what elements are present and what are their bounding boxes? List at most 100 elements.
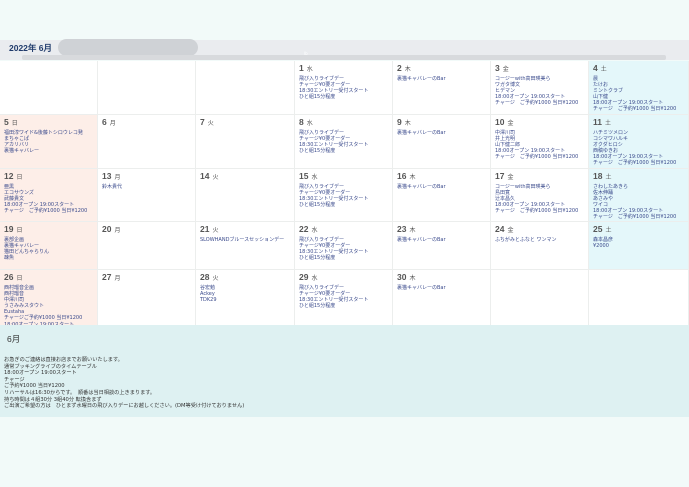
day-of-week: 土 [605,228,612,234]
day-of-week: 水 [311,276,318,282]
day-number: 5 [4,117,9,127]
day-header: 1水 [299,63,388,76]
day-of-week: 木 [404,121,411,127]
day-number: 23 [397,224,407,234]
day-events: 裏部企画 裏猫キャバレー 猫田どんちゃらりん 疎魚 [4,237,50,262]
calendar-day-cell[interactable]: 7火 [196,115,295,169]
day-number: 24 [495,224,505,234]
day-of-week: 木 [409,228,416,234]
calendar-day-cell[interactable]: 4土晨 たけお ミントクラブ 山下健 18:00オープン 19:00スタート チ… [589,61,689,115]
calendar-cell-empty [196,61,295,115]
day-header: 7火 [200,117,290,130]
day-of-week: 日 [16,175,23,181]
calendar-day-cell[interactable]: 29 水飛び入りライブデー チャージ¥0要オーダー 18:30エントリー受付スター… [295,270,393,330]
calendar-day-cell[interactable]: 12 日亜黒 エコサウンズ 武藤貴文 18:00オープン 19:00スタート チャ… [0,169,98,222]
calendar-grid: 1 水飛び入りライブデー チャージ¥0要オーダー 18:30エントリー受付スタート… [0,61,689,330]
calendar-day-cell[interactable]: 21 火 SLOWHANDブルースセッションデー [196,222,295,270]
day-header: 16 木 [397,171,486,184]
day-events: 西村瑠音企画 西村瑠音 中澤川司 うさみみスタウト Eustaha チャージご予… [4,285,83,328]
day-events: 森本昌彦 ¥2000 [593,237,614,250]
day-header: 8水 [299,117,388,130]
calendar-day-cell[interactable]: 27 月 [98,270,196,330]
calendar-day-cell[interactable]: 15 水飛び入りライブデー チャージ¥0要オーダー 18:30エントリー受付スター… [295,169,393,222]
info-body: お急ぎのご連絡は直接お店までお願いいたします。 通常ブッキングライブのタイムテー… [4,357,245,410]
calendar-day-cell[interactable]: 20 月 [98,222,196,270]
day-number: 14 [200,171,210,181]
calendar-day-cell[interactable]: 13 月鈴木貴代 [98,169,196,222]
day-number: 28 [200,272,210,282]
day-of-week: 金 [507,228,514,234]
calendar-day-cell[interactable]: 2 木裏猫キャバレーのBar [393,61,491,115]
calendar-day-cell[interactable]: 30 木裏猫キャバレーのBar [393,270,491,330]
calendar-day-cell[interactable]: 14 火 [196,169,295,222]
calendar-day-cell[interactable]: 6月 [98,115,196,169]
day-of-week: 水 [311,175,318,181]
day-number: 13 [102,171,112,181]
day-events: SLOWHANDブルースセッションデー [200,237,285,243]
calendar-day-cell[interactable]: 3 金コージーwith高田瑛美ら ワガタ博文 ヒデマン 18:00オープン 19:… [491,61,589,115]
day-events: 亜黒 エコサウンズ 武藤貴文 18:00オープン 19:00スタート チャージ … [4,184,88,215]
day-header: 18 土 [593,171,684,184]
day-number: 19 [4,224,14,234]
day-number: 2 [397,63,402,73]
day-header: 10 金 [495,117,584,130]
calendar-day-cell[interactable]: 18 土さわしたあきら 佐木伸踊 あさみや ワイコ 18:00オープン 19:00… [589,169,689,222]
day-of-week: 日 [16,228,23,234]
day-of-week: 水 [306,67,313,73]
calendar-cell-empty [491,270,589,330]
day-of-week: 火 [212,276,219,282]
calendar-day-cell[interactable]: 24 金ふちがみとふなと ワンマン [491,222,589,270]
day-number: 1 [299,63,304,73]
calendar-day-cell[interactable]: 22 水飛び入りライブデー チャージ¥0要オーダー 18:30エントリー受付スター… [295,222,393,270]
day-header: 3金 [495,63,584,76]
day-number: 20 [102,224,112,234]
day-header: 12 日 [4,171,93,184]
day-header: 21 火 [200,224,290,237]
calendar-day-cell[interactable]: 11 土ハチミツメロン コシマワハルキ オクダヒロシ 西稿ゆきお 18:00オープ… [589,115,689,169]
calendar-cell-empty [589,270,689,330]
day-of-week: 木 [409,276,416,282]
day-events: さわしたあきら 佐木伸踊 あさみや ワイコ 18:00オープン 19:00スター… [593,184,677,221]
calendar-day-cell[interactable]: 8 水飛び入りライブデー チャージ¥0要オーダー 18:30エントリー受付スタート… [295,115,393,169]
calendar-day-cell[interactable]: 28 火谷宏勉 Ackey TDK29 [196,270,295,330]
day-header: 30 木 [397,272,486,285]
day-of-week: 金 [502,67,509,73]
day-events: 飛び入りライブデー チャージ¥0要オーダー 18:30エントリー受付スタート ひ… [299,76,369,101]
calendar-day-cell[interactable]: 5 日福田淳ワイド&後藤トシロウレコ発 まちゃこぱ アカリバリ 裏猫キャバレー [0,115,98,169]
calendar-day-cell[interactable]: 10 金中澤川司 井上光明 山下健二郎 18:00オープン 19:00スタート チ… [491,115,589,169]
calendar-day-cell[interactable]: 1 水飛び入りライブデー チャージ¥0要オーダー 18:30エントリー受付スタート… [295,61,393,115]
day-number: 10 [495,117,505,127]
calendar-day-cell[interactable]: 16 木裏猫キャバレーのBar [393,169,491,222]
day-header: 28 火 [200,272,290,285]
day-header: 24 金 [495,224,584,237]
scroll-track[interactable] [22,55,666,60]
day-header: 14 火 [200,171,290,184]
day-number: 3 [495,63,500,73]
day-number: 26 [4,272,14,282]
day-number: 22 [299,224,309,234]
day-number: 30 [397,272,407,282]
month-title: 2022年 6月 [9,43,52,53]
day-events: 裏猫キャバレーのBar [397,76,446,82]
calendar-day-cell[interactable]: 17 金コージーwith高田瑛美ら 島田寛 辻本昌久 18:00オープン 19:0… [491,169,589,222]
day-events: 裏猫キャバレーのBar [397,184,446,190]
day-header: 9木 [397,117,486,130]
day-events: 飛び入りライブデー チャージ¥0要オーダー 18:30エントリー受付スタート ひ… [299,184,369,209]
day-of-week: 月 [114,228,121,234]
calendar-day-cell[interactable]: 25 土森本昌彦 ¥2000 [589,222,689,270]
day-header: 25 土 [593,224,684,237]
day-of-week: 日 [11,121,18,127]
day-events: コージーwith高田瑛美ら ワガタ博文 ヒデマン 18:00オープン 19:00… [495,76,579,107]
day-header: 17 金 [495,171,584,184]
day-of-week: 土 [605,175,612,181]
day-of-week: 日 [16,276,23,282]
day-of-week: 土 [600,67,607,73]
day-of-week: 土 [605,121,612,127]
calendar-day-cell[interactable]: 9 木裏猫キャバレーのBar [393,115,491,169]
calendar-day-cell[interactable]: 19 日裏部企画 裏猫キャバレー 猫田どんちゃらりん 疎魚 [0,222,98,270]
day-events: 福田淳ワイド&後藤トシロウレコ発 まちゃこぱ アカリバリ 裏猫キャバレー [4,130,83,155]
day-of-week: 金 [507,121,514,127]
day-of-week: 水 [311,228,318,234]
calendar-day-cell[interactable]: 23 木裏猫キャバレーのBar [393,222,491,270]
calendar-day-cell[interactable]: 26 日西村瑠音企画 西村瑠音 中澤川司 うさみみスタウト Eustaha チャー… [0,270,98,330]
